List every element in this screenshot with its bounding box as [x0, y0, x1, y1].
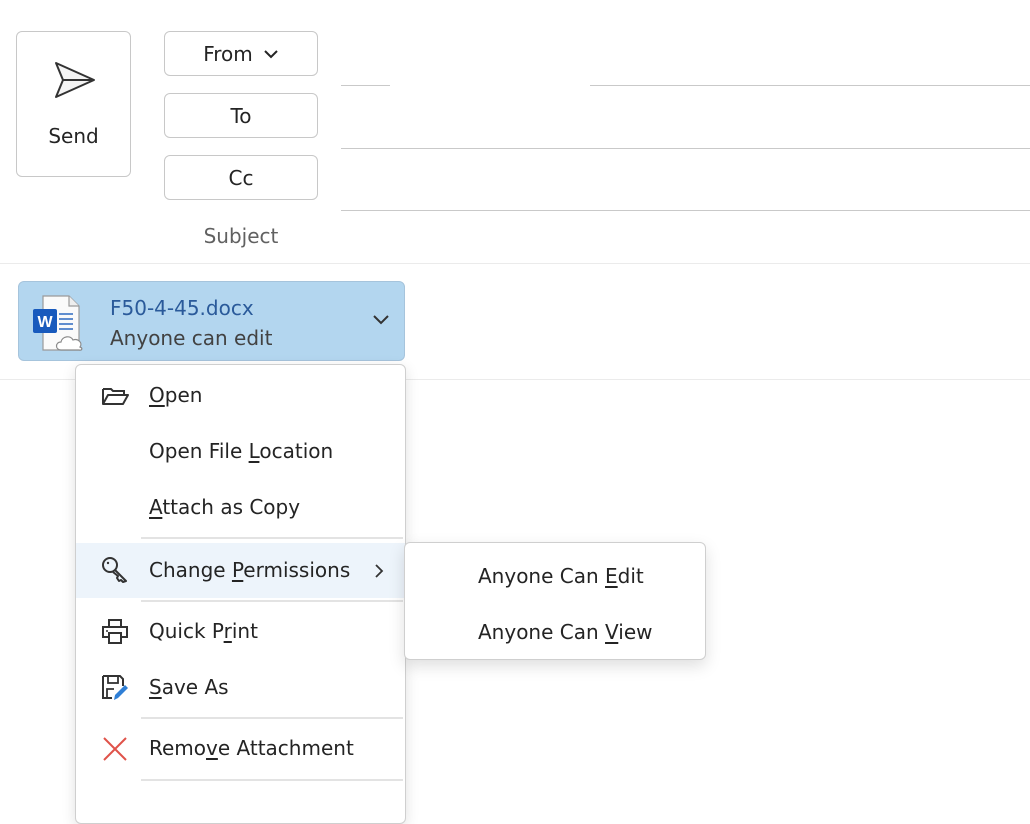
chevron-down-icon	[264, 49, 278, 58]
header-divider	[0, 263, 1030, 264]
printer-icon	[102, 619, 128, 644]
chevron-down-icon[interactable]	[372, 314, 390, 326]
menu-item-open-file-location[interactable]: Open File Location	[76, 426, 405, 478]
cc-label: Cc	[228, 165, 254, 190]
submenu-item-anyone-can-view[interactable]: Anyone Can View	[405, 603, 705, 655]
to-field-underline	[341, 148, 1030, 149]
to-input[interactable]	[341, 95, 1030, 147]
menu-item-open[interactable]: Open	[76, 370, 405, 422]
folder-open-icon	[102, 388, 129, 405]
cc-field-underline	[341, 210, 1030, 211]
from-field-underline	[341, 85, 390, 86]
from-field-underline-right	[590, 85, 1030, 86]
menu-item-attach-as-copy[interactable]: Attach as Copy	[76, 482, 405, 534]
menu-item-quick-print[interactable]: Quick Print	[76, 606, 405, 658]
menu-separator	[141, 600, 403, 602]
key-icon	[102, 557, 127, 583]
attachment-chip[interactable]: W F50-4-45.docx Anyone can edit	[18, 281, 405, 361]
menu-separator	[141, 537, 403, 539]
to-label: To	[230, 103, 252, 128]
chevron-right-icon	[375, 564, 384, 578]
close-icon	[103, 737, 127, 761]
menu-item-save-as[interactable]: Save As	[76, 662, 405, 714]
from-button[interactable]: From	[164, 31, 318, 76]
attachment-permission: Anyone can edit	[110, 326, 273, 350]
subject-label: Subject	[203, 224, 279, 248]
menu-item-change-permissions[interactable]: Change Permissions	[76, 543, 405, 598]
attachment-file-name: F50-4-45.docx	[110, 296, 254, 320]
save-as-icon	[102, 675, 128, 700]
send-label: Send	[48, 124, 99, 148]
cc-button[interactable]: Cc	[164, 155, 318, 200]
from-label: From	[203, 41, 253, 66]
subject-input[interactable]	[341, 218, 1030, 260]
svg-text:W: W	[37, 314, 53, 331]
attachment-context-menu: Open Open File Location Attach as Copy C…	[75, 364, 406, 824]
word-cloud-file-icon: W	[33, 295, 83, 351]
send-icon	[55, 62, 95, 98]
send-button[interactable]: Send	[16, 31, 131, 177]
menu-separator	[141, 717, 403, 719]
cc-input[interactable]	[341, 157, 1030, 209]
to-button[interactable]: To	[164, 93, 318, 138]
menu-separator	[141, 779, 403, 781]
permissions-submenu: Anyone Can Edit Anyone Can View	[404, 542, 706, 660]
submenu-item-anyone-can-edit[interactable]: Anyone Can Edit	[405, 547, 705, 599]
menu-item-remove-attachment[interactable]: Remove Attachment	[76, 723, 405, 775]
